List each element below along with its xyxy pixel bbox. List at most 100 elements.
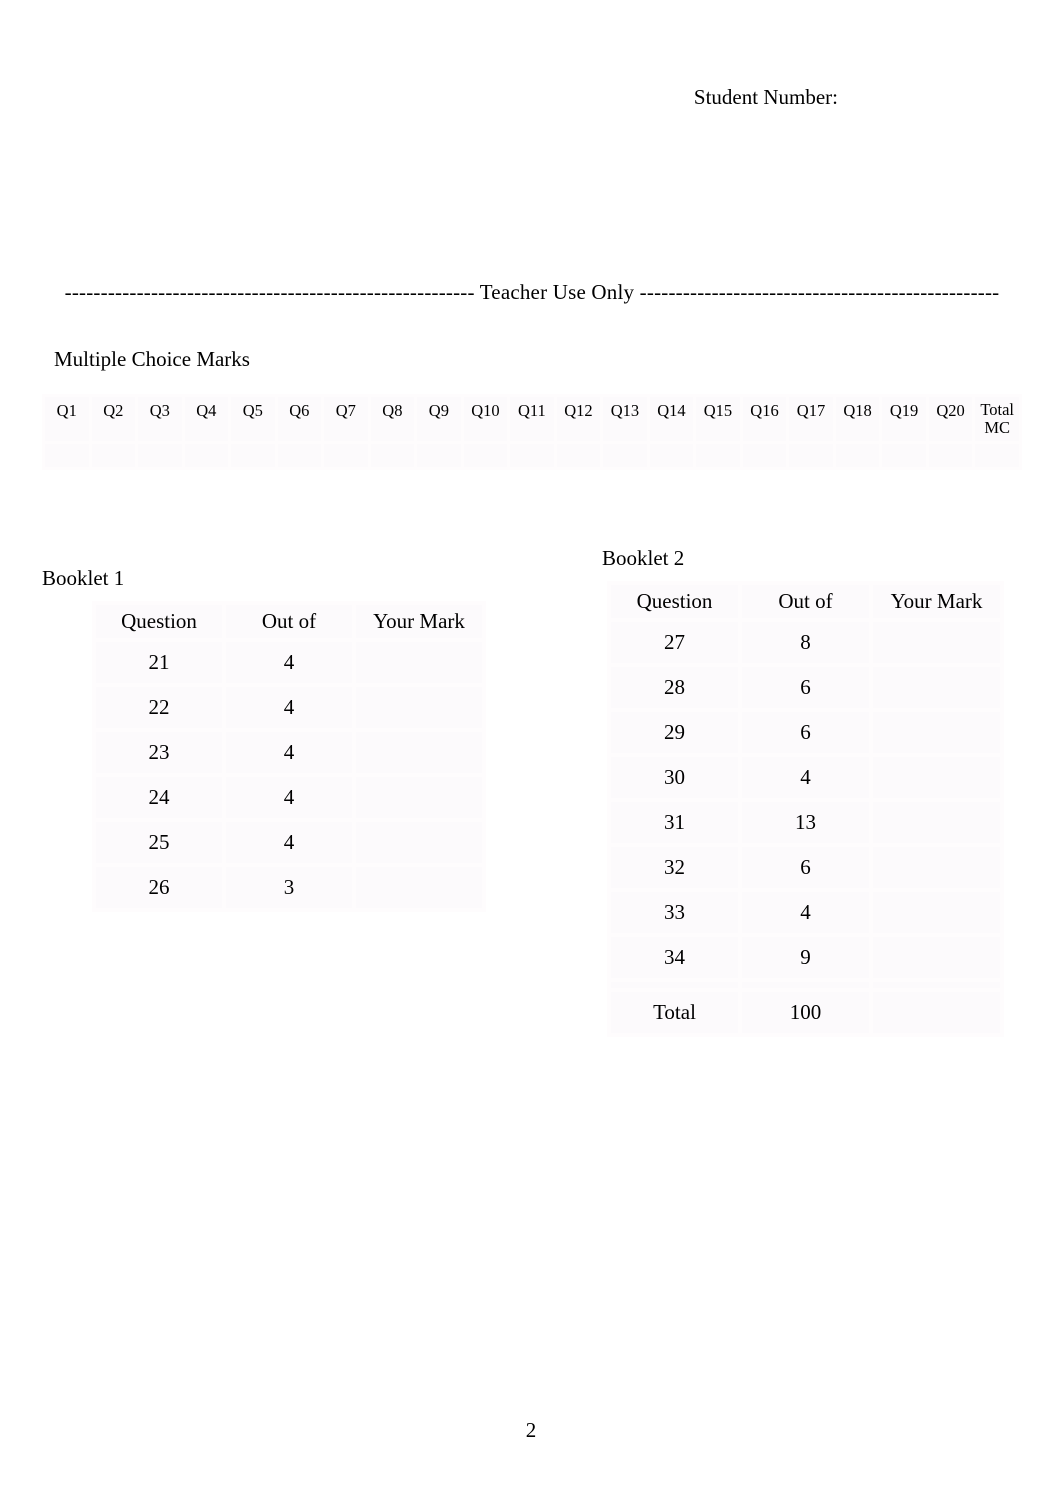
booklet1-q: 25 bbox=[94, 820, 224, 865]
table-row: 31 13 bbox=[609, 800, 1002, 845]
booklet1-outof: 4 bbox=[224, 640, 354, 685]
booklet-2-table: Question Out of Your Mark 27 8 28 6 bbox=[607, 581, 1004, 1037]
booklet2-q: 30 bbox=[609, 755, 740, 800]
mc-cell bbox=[416, 443, 463, 469]
mc-col-q3: Q3 bbox=[137, 396, 184, 443]
mc-cell bbox=[323, 443, 370, 469]
mc-col-q18: Q18 bbox=[834, 396, 881, 443]
mc-cell bbox=[788, 443, 835, 469]
booklet1-mark bbox=[354, 685, 484, 730]
mc-col-q11: Q11 bbox=[509, 396, 556, 443]
mc-cell bbox=[881, 443, 928, 469]
mc-col-q12: Q12 bbox=[555, 396, 602, 443]
booklet-1-table: Question Out of Your Mark 21 4 22 4 bbox=[92, 601, 486, 912]
booklet1-mark bbox=[354, 640, 484, 685]
booklet2-q: 32 bbox=[609, 845, 740, 890]
mc-col-q8: Q8 bbox=[369, 396, 416, 443]
booklet2-q: 31 bbox=[609, 800, 740, 845]
booklet1-q: 26 bbox=[94, 865, 224, 910]
booklet-2-section: Booklet 2 Question Out of Your Mark 27 8 bbox=[602, 546, 1002, 1037]
booklet1-mark bbox=[354, 730, 484, 775]
booklet1-q: 23 bbox=[94, 730, 224, 775]
mc-col-q4: Q4 bbox=[183, 396, 230, 443]
mc-total-label-1: Total bbox=[980, 400, 1014, 419]
table-row: 33 4 bbox=[609, 890, 1002, 935]
mc-col-q13: Q13 bbox=[602, 396, 649, 443]
mc-cell bbox=[927, 443, 974, 469]
mc-col-total: Total MC bbox=[974, 396, 1021, 443]
booklet2-q: 27 bbox=[609, 620, 740, 665]
table-row: 29 6 bbox=[609, 710, 1002, 755]
table-total-row: Total 100 bbox=[609, 990, 1002, 1035]
booklet2-outof: 13 bbox=[740, 800, 871, 845]
mc-header-row: Q1 Q2 Q3 Q4 Q5 Q6 Q7 Q8 Q9 Q10 Q11 Q12 Q… bbox=[44, 396, 1021, 443]
mc-col-q15: Q15 bbox=[695, 396, 742, 443]
booklet1-outof: 3 bbox=[224, 865, 354, 910]
booklet1-outof: 4 bbox=[224, 730, 354, 775]
booklet2-outof: 4 bbox=[740, 890, 871, 935]
mc-cell bbox=[509, 443, 556, 469]
booklet2-mark bbox=[871, 890, 1002, 935]
mc-col-q14: Q14 bbox=[648, 396, 695, 443]
mc-cell bbox=[276, 443, 323, 469]
mc-cell bbox=[462, 443, 509, 469]
mc-col-q2: Q2 bbox=[90, 396, 137, 443]
teacher-use-only-divider: ----------------------------------------… bbox=[42, 280, 1022, 305]
booklet2-header-yourmark: Your Mark bbox=[871, 583, 1002, 620]
booklet2-mark bbox=[871, 665, 1002, 710]
mc-col-q19: Q19 bbox=[881, 396, 928, 443]
booklet2-outof: 4 bbox=[740, 755, 871, 800]
page-number: 2 bbox=[0, 1418, 1062, 1443]
booklet-1-title: Booklet 1 bbox=[42, 566, 482, 591]
booklet2-outof: 8 bbox=[740, 620, 871, 665]
mc-cell bbox=[834, 443, 881, 469]
mc-col-q7: Q7 bbox=[323, 396, 370, 443]
booklet-1-section: Booklet 1 Question Out of Your Mark 21 4 bbox=[42, 546, 482, 912]
booklet1-q: 21 bbox=[94, 640, 224, 685]
booklet-2-title: Booklet 2 bbox=[602, 546, 1002, 571]
mc-cell bbox=[230, 443, 277, 469]
multiple-choice-table: Q1 Q2 Q3 Q4 Q5 Q6 Q7 Q8 Q9 Q10 Q11 Q12 Q… bbox=[42, 394, 1022, 470]
mc-data-row bbox=[44, 443, 1021, 469]
booklet2-total-outof: 100 bbox=[740, 990, 871, 1035]
booklet2-total-mark bbox=[871, 990, 1002, 1035]
table-row: 32 6 bbox=[609, 845, 1002, 890]
booklet1-mark bbox=[354, 775, 484, 820]
table-row: 30 4 bbox=[609, 755, 1002, 800]
mc-cell bbox=[44, 443, 91, 469]
booklet2-q: 33 bbox=[609, 890, 740, 935]
table-spacer-row bbox=[609, 980, 1002, 990]
booklet1-header-outof: Out of bbox=[224, 603, 354, 640]
mc-col-q17: Q17 bbox=[788, 396, 835, 443]
booklet2-header-question: Question bbox=[609, 583, 740, 620]
booklet2-q: 29 bbox=[609, 710, 740, 755]
mc-col-q5: Q5 bbox=[230, 396, 277, 443]
table-row: 22 4 bbox=[94, 685, 484, 730]
mc-cell bbox=[648, 443, 695, 469]
booklet2-mark bbox=[871, 845, 1002, 890]
table-row: 23 4 bbox=[94, 730, 484, 775]
mc-cell bbox=[90, 443, 137, 469]
mc-cell bbox=[974, 443, 1021, 469]
table-row: 34 9 bbox=[609, 935, 1002, 980]
mc-cell bbox=[369, 443, 416, 469]
booklet1-q: 24 bbox=[94, 775, 224, 820]
table-row: 26 3 bbox=[94, 865, 484, 910]
mc-cell bbox=[602, 443, 649, 469]
mc-col-q1: Q1 bbox=[44, 396, 91, 443]
booklet2-mark bbox=[871, 620, 1002, 665]
booklet2-outof: 6 bbox=[740, 710, 871, 755]
mc-total-label-2: MC bbox=[984, 418, 1010, 437]
mc-cell bbox=[695, 443, 742, 469]
booklet1-outof: 4 bbox=[224, 685, 354, 730]
mc-col-q6: Q6 bbox=[276, 396, 323, 443]
spacer-cell bbox=[609, 980, 740, 990]
spacer-cell bbox=[871, 980, 1002, 990]
mc-col-q10: Q10 bbox=[462, 396, 509, 443]
table-row: 24 4 bbox=[94, 775, 484, 820]
booklet1-header-question: Question bbox=[94, 603, 224, 640]
booklet2-outof: 9 bbox=[740, 935, 871, 980]
table-header-row: Question Out of Your Mark bbox=[94, 603, 484, 640]
booklet2-mark bbox=[871, 755, 1002, 800]
booklet2-q: 28 bbox=[609, 665, 740, 710]
